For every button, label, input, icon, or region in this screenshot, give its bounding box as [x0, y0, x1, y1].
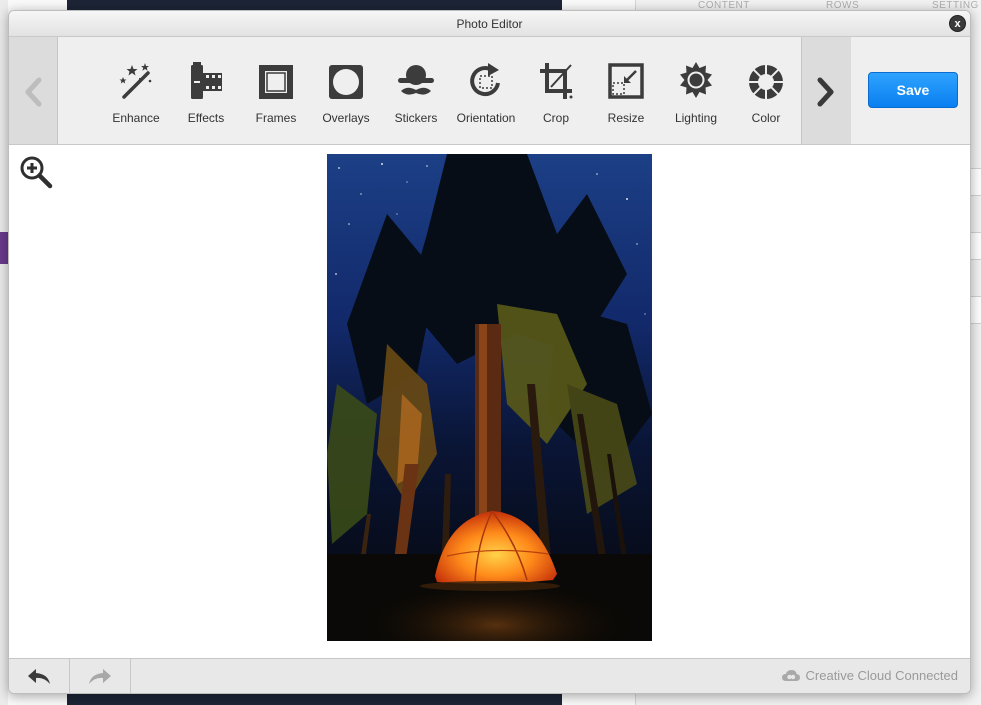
tool-label: Frames [255, 111, 297, 125]
crop-icon [540, 63, 573, 99]
tool-label: Crop [542, 111, 569, 125]
tool-label: Lighting [674, 111, 718, 125]
background-image-top [67, 0, 562, 10]
tool-label: Effects [187, 111, 225, 125]
photo-preview[interactable] [327, 154, 652, 641]
tool-stickers[interactable]: Stickers [381, 37, 451, 144]
rotate-icon [470, 63, 500, 97]
resize-icon [608, 63, 644, 99]
close-button[interactable]: x [949, 15, 966, 32]
tools-toolbar: Enhance Effects Frames Overlays Stickers… [9, 37, 970, 145]
sun-icon [680, 62, 712, 98]
photo-editor-dialog: Photo Editor x Enhance Effects Frames Ov… [8, 10, 971, 694]
tool-label: Resize [607, 111, 645, 125]
previous-tools-button[interactable] [9, 37, 58, 144]
tool-effects[interactable]: Effects [171, 37, 241, 144]
sticker-hat-mustache-icon [398, 65, 434, 95]
tool-label: Overlays [322, 111, 370, 125]
tool-label: Stickers [394, 111, 438, 125]
creative-cloud-label: Creative Cloud Connected [805, 668, 958, 683]
tool-label: Color [751, 111, 781, 125]
undo-button[interactable] [9, 659, 70, 693]
color-wheel-icon [748, 64, 784, 100]
frame-icon [259, 65, 293, 99]
dialog-title: Photo Editor [456, 17, 523, 31]
tool-label: Orientation [456, 111, 516, 125]
chevron-right-icon [817, 77, 834, 107]
creative-cloud-icon [781, 669, 800, 681]
title-bar: Photo Editor x [9, 11, 970, 37]
save-button[interactable]: Save [868, 72, 958, 108]
tool-crop[interactable]: Crop [521, 37, 591, 144]
tool-frames[interactable]: Frames [241, 37, 311, 144]
zoom-in-icon[interactable] [19, 155, 53, 189]
creative-cloud-status: Creative Cloud Connected [781, 668, 958, 683]
night-forest-tent-photo [327, 154, 652, 641]
redo-icon [89, 669, 111, 684]
tool-list: Enhance Effects Frames Overlays Stickers… [58, 37, 801, 144]
redo-button[interactable] [70, 659, 131, 693]
next-tools-button[interactable] [801, 37, 852, 144]
tool-color[interactable]: Color [731, 37, 801, 144]
background-left-strip [0, 0, 8, 705]
film-icon [191, 62, 222, 99]
tool-label: Enhance [112, 111, 160, 125]
background-purple-marker [0, 232, 8, 264]
undo-icon [28, 669, 50, 684]
tool-orientation[interactable]: Orientation [451, 37, 521, 144]
tool-resize[interactable]: Resize [591, 37, 661, 144]
editor-canvas [9, 145, 970, 658]
chevron-left-icon [25, 77, 42, 107]
magic-wand-icon [119, 63, 152, 99]
tool-overlays[interactable]: Overlays [311, 37, 381, 144]
tool-lighting[interactable]: Lighting [661, 37, 731, 144]
bottom-bar: Creative Cloud Connected [9, 658, 970, 693]
save-area: Save [851, 37, 970, 144]
tool-enhance[interactable]: Enhance [101, 37, 171, 144]
overlay-icon [329, 65, 363, 99]
